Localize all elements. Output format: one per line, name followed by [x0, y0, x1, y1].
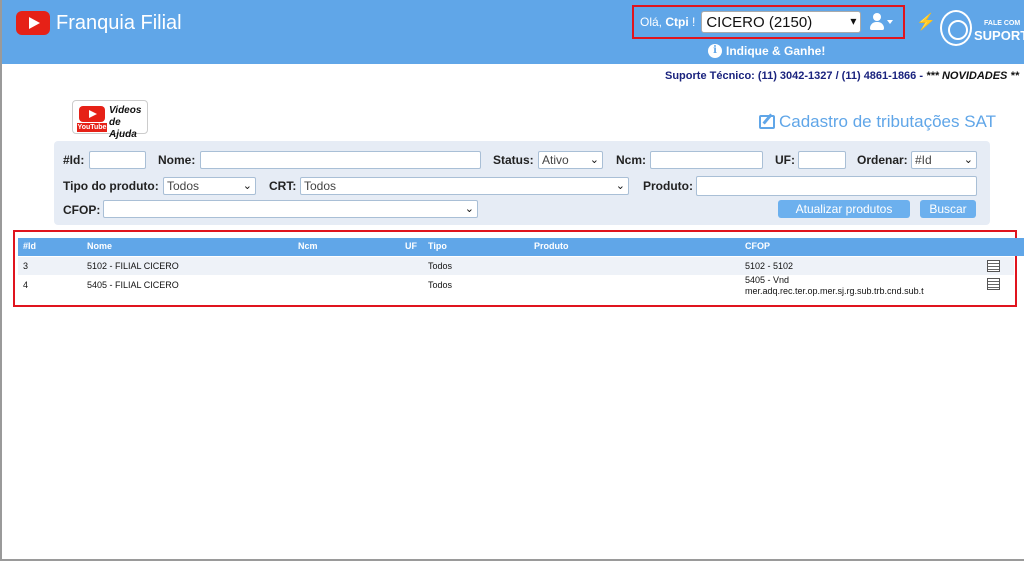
col-nome[interactable]: Nome	[87, 241, 112, 251]
ncm-label: Ncm:	[616, 153, 647, 167]
uf-label: UF:	[775, 153, 795, 167]
table-row[interactable]: 4 5405 - FILIAL CICERO Todos 5405 - Vnd …	[18, 275, 1014, 301]
col-tipo[interactable]: Tipo	[428, 241, 447, 251]
youtube-play-icon	[79, 106, 105, 122]
headset-icon	[940, 10, 972, 46]
greeting-user: Ctpi	[665, 15, 689, 29]
cell-cfop-detail: mer.adq.rec.ter.op.mer.sj.rg.sub.trb.cnd…	[745, 286, 924, 296]
indique-link[interactable]: i Indique & Ganhe!	[708, 44, 825, 58]
edit-icon	[759, 115, 775, 129]
nome-label: Nome:	[158, 153, 196, 167]
user-menu-button[interactable]	[869, 12, 895, 32]
indique-label: Indique & Ganhe!	[726, 44, 826, 58]
ordenar-label: Ordenar:	[857, 153, 908, 167]
buscar-button[interactable]: Buscar	[920, 200, 976, 218]
youtube-label: YouTube	[77, 123, 107, 132]
ordenar-select[interactable]: #Id ⌄	[911, 151, 977, 169]
col-ncm[interactable]: Ncm	[298, 241, 318, 251]
info-icon: i	[708, 44, 722, 58]
document-list-icon[interactable]	[987, 260, 1000, 272]
cell-tipo: Todos	[428, 280, 453, 290]
table-row[interactable]: 3 5102 - FILIAL CICERO Todos 5102 - 5102	[18, 257, 1014, 275]
news-link[interactable]: *** NOVIDADES **	[926, 70, 1019, 82]
status-label: Status:	[493, 153, 534, 167]
results-table: #Id Nome Ncm UF Tipo Produto CFOP 3 5102…	[13, 230, 1024, 307]
cell-cfop: 5405 - Vnd	[745, 275, 790, 285]
company-select[interactable]: CICERO (2150) ▾	[701, 11, 862, 33]
user-icon	[873, 13, 882, 21]
cell-id: 4	[23, 280, 29, 290]
cell-nome: 5102 - FILIAL CICERO	[87, 261, 179, 271]
col-cfop[interactable]: CFOP	[745, 241, 770, 251]
cell-tipo: Todos	[428, 261, 453, 271]
help-videos-button[interactable]: YouTube Videos de Ajuda	[72, 100, 148, 140]
cell-nome: 5405 - FILIAL CICERO	[87, 280, 179, 290]
chevron-down-icon: ⌄	[963, 154, 973, 166]
tipo-produto-label: Tipo do produto:	[63, 179, 159, 193]
support-phone-line: Suporte Técnico: (11) 3042-1327 / (11) 4…	[665, 70, 1019, 82]
chevron-down-icon: ⌄	[242, 180, 252, 192]
suporte-label: SUPORT	[974, 28, 1024, 43]
company-select-value: CICERO (2150)	[706, 13, 813, 31]
chevron-down-icon: ⌄	[464, 203, 474, 215]
page-title: Cadastro de tributações SAT	[759, 112, 996, 132]
top-bar: Franquia Filial Olá, Ctpi ! CICERO (2150…	[2, 0, 1024, 64]
cell-cfop: 5102 - 5102	[745, 261, 794, 271]
chevron-down-icon: ⌄	[589, 154, 599, 166]
crt-select[interactable]: Todos ⌄	[300, 177, 629, 195]
page: Franquia Filial Olá, Ctpi ! CICERO (2150…	[0, 0, 1024, 561]
table-header: #Id Nome Ncm UF Tipo Produto CFOP	[18, 238, 1024, 256]
ncm-input[interactable]	[650, 151, 763, 169]
greeting: Olá, Ctpi !	[640, 15, 696, 29]
col-uf[interactable]: UF	[405, 241, 417, 251]
tipo-produto-select[interactable]: Todos ⌄	[163, 177, 256, 195]
chevron-down-icon: ▾	[850, 14, 857, 28]
cfop-label: CFOP:	[63, 203, 101, 217]
user-company-box: Olá, Ctpi ! CICERO (2150) ▾	[632, 5, 905, 39]
id-label: #Id:	[63, 153, 85, 167]
crt-label: CRT:	[269, 179, 297, 193]
cell-id: 3	[23, 261, 29, 271]
support-button[interactable]: FALE COM SUPORT	[940, 8, 1024, 52]
produto-input[interactable]	[696, 176, 977, 196]
atualizar-produtos-button[interactable]: Atualizar produtos	[778, 200, 910, 218]
chevron-down-icon: ⌄	[615, 180, 625, 192]
filter-panel: #Id: Nome: Status: Ativo ⌄ Ncm: UF: Orden…	[54, 141, 990, 225]
bolt-icon[interactable]: ⚡	[916, 12, 936, 32]
help-videos-label: Videos de Ajuda	[109, 105, 142, 140]
caret-down-icon	[887, 20, 894, 24]
produto-label: Produto:	[643, 179, 693, 193]
document-list-icon[interactable]	[987, 278, 1000, 290]
fale-com-label: FALE COM	[984, 20, 1021, 27]
app-title: Franquia Filial	[56, 11, 182, 34]
col-id[interactable]: #Id	[23, 241, 36, 251]
id-input[interactable]	[89, 151, 146, 169]
app-logo[interactable]: Franquia Filial	[16, 10, 182, 36]
status-select[interactable]: Ativo ⌄	[538, 151, 603, 169]
col-produto[interactable]: Produto	[534, 241, 569, 251]
uf-input[interactable]	[798, 151, 846, 169]
nome-input[interactable]	[200, 151, 481, 169]
cfop-select[interactable]: ⌄	[103, 200, 478, 218]
youtube-play-icon	[16, 11, 50, 35]
